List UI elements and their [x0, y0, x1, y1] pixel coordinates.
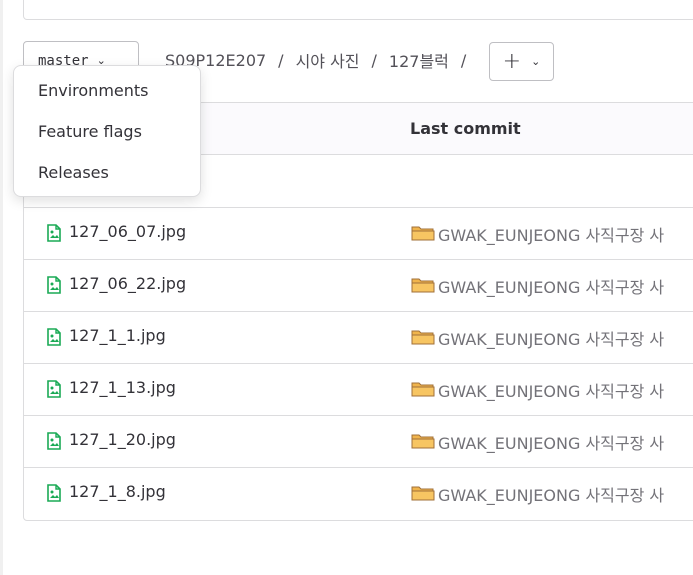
- table-row[interactable]: 127_1_13.jpg GWAK_EUNJEONG 사직구장 사: [24, 364, 693, 416]
- file-name-link[interactable]: 127_1_1.jpg: [69, 326, 166, 345]
- folder-emoji-icon: [411, 276, 435, 294]
- folder-emoji-icon: [411, 224, 435, 242]
- left-panel-border: [0, 0, 3, 575]
- plus-icon: +: [502, 48, 522, 74]
- image-file-icon: [46, 380, 62, 398]
- table-row[interactable]: 127_06_22.jpg GWAK_EUNJEONG 사직구장 사: [24, 260, 693, 312]
- folder-emoji-icon: [411, 380, 435, 398]
- table-row[interactable]: 127_1_8.jpg GWAK_EUNJEONG 사직구장 사: [24, 468, 693, 520]
- file-name-link[interactable]: 127_06_22.jpg: [69, 274, 186, 293]
- column-header-last-commit: Last commit: [410, 119, 521, 138]
- add-to-tree-button[interactable]: + ⌄: [489, 42, 554, 81]
- file-name-link[interactable]: 127_06_07.jpg: [69, 222, 186, 241]
- file-name-link[interactable]: 127_1_20.jpg: [69, 430, 176, 449]
- folder-emoji-icon: [411, 328, 435, 346]
- file-name-link[interactable]: 127_1_13.jpg: [69, 378, 176, 397]
- commit-message-link[interactable]: GWAK_EUNJEONG 사직구장 사: [438, 378, 664, 402]
- image-file-icon: [46, 432, 62, 450]
- breadcrumb-folder-1[interactable]: 시야 사진: [296, 48, 360, 72]
- menu-item-feature-flags[interactable]: Feature flags: [14, 113, 200, 154]
- breadcrumb-separator: /: [460, 50, 467, 70]
- branch-dropdown-menu: Environments Feature flags Releases: [13, 65, 201, 197]
- commit-message-link[interactable]: GWAK_EUNJEONG 사직구장 사: [438, 430, 664, 454]
- commit-message-link[interactable]: GWAK_EUNJEONG 사직구장 사: [438, 274, 664, 298]
- folder-emoji-icon: [411, 432, 435, 450]
- commit-message-link[interactable]: GWAK_EUNJEONG 사직구장 사: [438, 222, 664, 246]
- menu-item-releases[interactable]: Releases: [14, 154, 200, 195]
- menu-item-environments[interactable]: Environments: [14, 72, 200, 113]
- image-file-icon: [46, 484, 62, 502]
- breadcrumb-folder-2[interactable]: 127블럭: [389, 48, 449, 72]
- folder-emoji-icon: [411, 484, 435, 502]
- top-card: [23, 0, 693, 20]
- breadcrumb: S09P12E207 / 시야 사진 / 127블럭 /: [165, 48, 478, 72]
- commit-message-link[interactable]: GWAK_EUNJEONG 사직구장 사: [438, 326, 664, 350]
- commit-message-link[interactable]: GWAK_EUNJEONG 사직구장 사: [438, 482, 664, 506]
- chevron-down-icon: ⌄: [531, 55, 541, 68]
- table-row[interactable]: 127_06_07.jpg GWAK_EUNJEONG 사직구장 사: [24, 208, 693, 260]
- table-row[interactable]: 127_1_20.jpg GWAK_EUNJEONG 사직구장 사: [24, 416, 693, 468]
- table-row[interactable]: 127_1_1.jpg GWAK_EUNJEONG 사직구장 사: [24, 312, 693, 364]
- file-name-link[interactable]: 127_1_8.jpg: [69, 482, 166, 501]
- image-file-icon: [46, 328, 62, 346]
- image-file-icon: [46, 224, 62, 242]
- breadcrumb-separator: /: [278, 50, 284, 70]
- image-file-icon: [46, 276, 62, 294]
- breadcrumb-separator: /: [371, 50, 377, 70]
